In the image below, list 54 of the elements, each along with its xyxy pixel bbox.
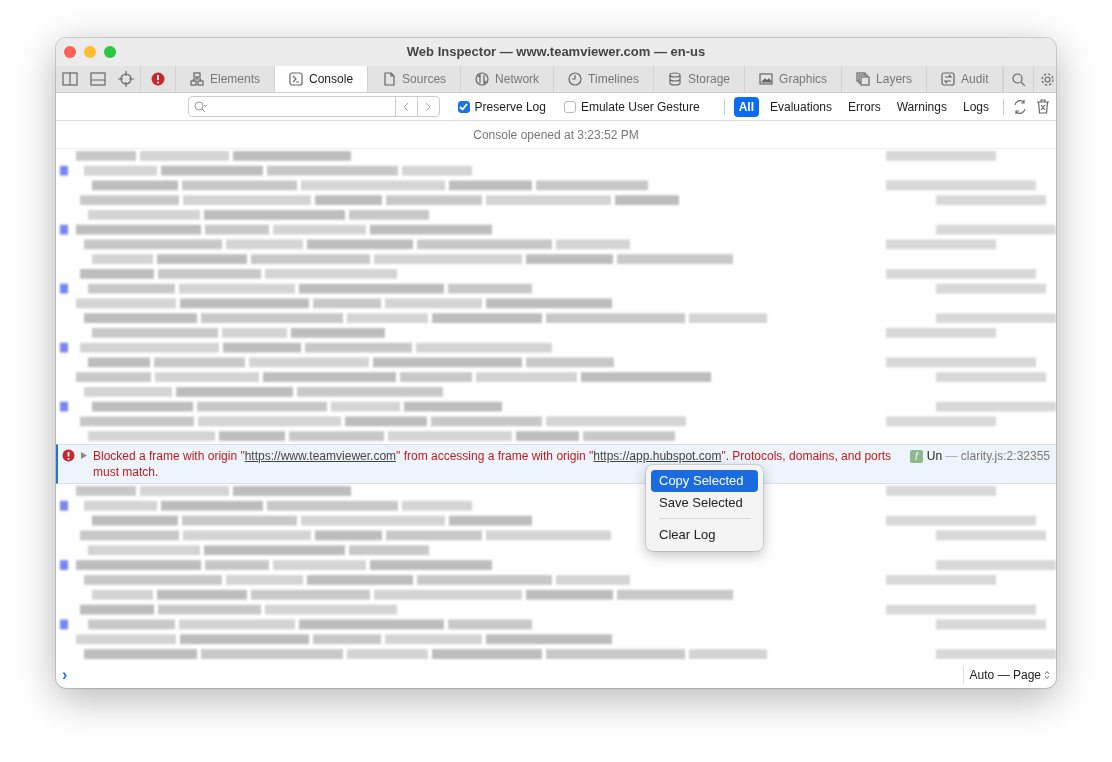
trash-icon[interactable]: [1036, 99, 1050, 115]
filter-button[interactable]: All: [733, 96, 759, 117]
tab[interactable]: Layers: [841, 65, 927, 93]
checkbox[interactable]: [563, 100, 576, 113]
prompt-icon: ›: [62, 663, 68, 688]
crosshair-icon[interactable]: [118, 71, 134, 88]
source-location[interactable]: clarity.js:2:32355: [960, 449, 1050, 464]
document-icon: [382, 72, 397, 87]
search-icon: [193, 100, 208, 113]
function-icon: f: [909, 450, 923, 464]
split-horizontal-icon[interactable]: [90, 72, 106, 87]
split-vertical-icon[interactable]: [62, 72, 78, 87]
checkbox-label: Preserve Log: [474, 98, 546, 116]
tab[interactable]: Console: [274, 65, 368, 93]
console-notice: Console opened at 3:23:52 PM: [473, 128, 639, 143]
filter-button[interactable]: Evaluations: [765, 96, 838, 117]
previous-icon[interactable]: [403, 101, 410, 112]
url-link[interactable]: https://www.teamviewer.com: [244, 449, 397, 464]
image-icon: [759, 72, 774, 87]
tab[interactable]: Storage: [653, 65, 745, 93]
checkbox[interactable]: [457, 100, 470, 113]
console-icon: [289, 72, 304, 87]
separator-text: —: [945, 449, 959, 464]
search-icon[interactable]: [1012, 72, 1026, 86]
next-icon[interactable]: [425, 101, 432, 112]
error-icon[interactable]: [151, 72, 165, 87]
reload-icon[interactable]: [1012, 98, 1028, 115]
close-button[interactable]: [64, 46, 76, 58]
tree-icon: [190, 72, 204, 87]
filter-button[interactable]: Errors: [843, 96, 886, 117]
checkbox-label: Emulate User Gesture: [580, 98, 700, 116]
menu-item[interactable]: Clear Log: [651, 524, 758, 546]
tab[interactable]: Sources: [367, 65, 461, 93]
tab[interactable]: Audit: [926, 65, 1003, 93]
tab[interactable]: Timelines: [553, 65, 653, 93]
menu-item[interactable]: Save Selected: [651, 491, 758, 513]
filter-button[interactable]: Warnings: [891, 96, 952, 117]
zoom-button[interactable]: [104, 46, 116, 58]
clock-icon: [568, 72, 583, 87]
network-icon: [475, 72, 490, 87]
layers-icon: [856, 72, 871, 87]
function-name: Un: [926, 449, 944, 464]
tab[interactable]: Network: [460, 65, 554, 93]
filter-field[interactable]: [187, 96, 440, 118]
audit-icon: [941, 72, 956, 87]
stepper-icon: [1044, 670, 1050, 681]
database-icon: [668, 72, 682, 87]
tab[interactable]: Graphics: [744, 65, 842, 93]
context-selector[interactable]: Auto — Page: [962, 666, 1050, 685]
window-title: Web Inspector — www.teamviewer.com — en-us: [406, 43, 706, 62]
settings-icon[interactable]: [1040, 71, 1056, 87]
url-link[interactable]: https://app.hubspot.com: [593, 449, 722, 464]
filter-button[interactable]: Logs: [957, 96, 994, 117]
error-icon: [62, 449, 75, 463]
